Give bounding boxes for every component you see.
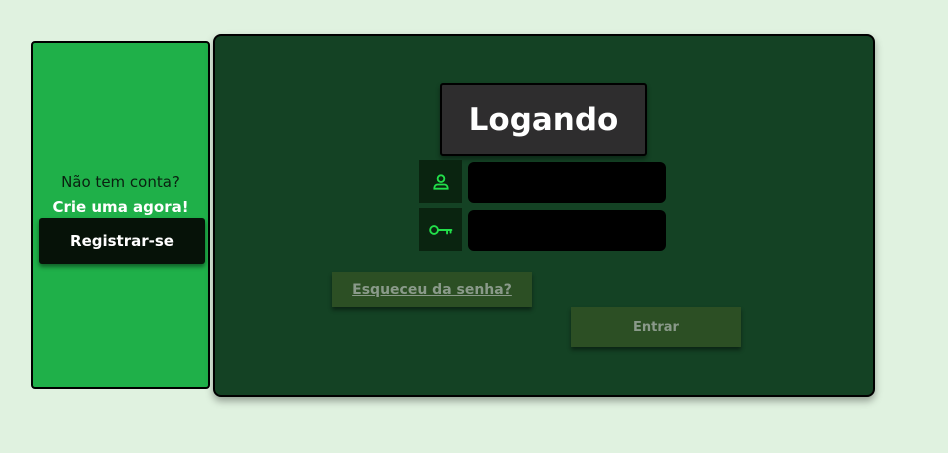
key-icon <box>428 224 452 235</box>
enter-button[interactable]: Entrar <box>571 307 741 347</box>
login-panel: Logando Esqueceu da senha? Entrar <box>213 34 875 397</box>
password-input[interactable] <box>468 210 666 251</box>
username-input[interactable] <box>468 162 666 203</box>
username-icon-box <box>419 160 462 203</box>
signup-panel: Não tem conta? Crie uma agora! Registrar… <box>31 41 210 389</box>
create-account-text: Crie uma agora! <box>52 198 189 216</box>
user-icon <box>432 173 449 190</box>
password-icon-box <box>419 208 462 251</box>
login-title: Logando <box>440 83 647 156</box>
register-button[interactable]: Registrar-se <box>39 218 205 264</box>
forgot-password-button[interactable]: Esqueceu da senha? <box>332 272 532 307</box>
no-account-text: Não tem conta? <box>61 173 180 191</box>
